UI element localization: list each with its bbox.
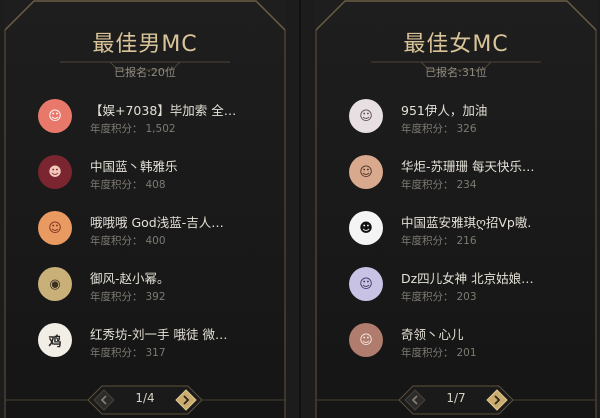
chevron-left-icon (404, 389, 426, 411)
score-value: 317 (145, 347, 166, 359)
list-item[interactable]: ☺ 奇领丶心儿 年度积分： 201 (315, 320, 597, 376)
signup-count: 已报名:20位 (114, 66, 176, 79)
prev-page-button[interactable] (403, 388, 427, 412)
annual-score: 年度积分： 203 (401, 289, 477, 304)
list-item[interactable]: ☺ 华炬-苏珊珊 每天快乐… 年度积分： 234 (315, 152, 597, 208)
annual-score: 年度积分： 201 (401, 345, 477, 360)
avatar[interactable]: ☻ (349, 211, 383, 245)
female-mc-list: ☺ 951伊人，加油 年度积分： 326 ☺ 华炬-苏珊珊 每天快乐… 年度积分：… (315, 96, 597, 376)
score-label: 年度积分： (90, 347, 143, 359)
avatar[interactable]: ☺ (349, 323, 383, 357)
avatar-glyph: ◉ (49, 276, 61, 292)
list-item[interactable]: ☻ 中国蓝丶韩雅乐 年度积分： 408 (4, 152, 286, 208)
page-indicator: 1/7 (446, 391, 466, 405)
panel-title: 最佳男MC (92, 32, 198, 57)
list-item[interactable]: 鸡 红秀坊-刘一手 哦徒 微… 年度积分： 317 (4, 320, 286, 376)
mc-name[interactable]: Dz四儿女神 北京姑娘… (401, 268, 571, 287)
score-label: 年度积分： (401, 123, 454, 135)
list-item[interactable]: ☺ 951伊人，加油 年度积分： 326 (315, 96, 597, 152)
score-value: 408 (145, 179, 166, 191)
mc-name[interactable]: 哦哦哦 God浅蓝-吉人… (90, 212, 260, 231)
next-page-button[interactable] (174, 388, 198, 412)
mc-name[interactable]: 华炬-苏珊珊 每天快乐… (401, 156, 571, 175)
avatar-glyph: ☺ (359, 332, 373, 348)
chevron-left-icon (93, 389, 115, 411)
score-value: 1,502 (145, 123, 176, 135)
score-label: 年度积分： (90, 291, 143, 303)
score-value: 216 (456, 235, 477, 247)
avatar-glyph: ☺ (48, 108, 62, 124)
avatar-glyph: ☻ (48, 164, 62, 180)
list-item[interactable]: ☺ Dz四儿女神 北京姑娘… 年度积分： 203 (315, 264, 597, 320)
best-male-mc-panel: 最佳男MC 已报名:20位 ☺ 【娱+7038】毕加索 全… 年度积分： 1,50… (4, 0, 286, 418)
avatar[interactable]: ◉ (38, 267, 72, 301)
score-value: 392 (145, 291, 166, 303)
avatar[interactable]: 鸡 (38, 323, 72, 357)
mc-name[interactable]: 红秀坊-刘一手 哦徒 微… (90, 324, 260, 343)
annual-score: 年度积分： 317 (90, 345, 166, 360)
mc-name[interactable]: 御风-赵小幂。 (90, 268, 260, 287)
panel-title: 最佳女MC (403, 32, 509, 57)
avatar-glyph: 鸡 (48, 334, 62, 350)
list-item[interactable]: ☺ 【娱+7038】毕加索 全… 年度积分： 1,502 (4, 96, 286, 152)
best-female-mc-panel: 最佳女MC 已报名:31位 ☺ 951伊人，加油 年度积分： 326 ☺ 华炬-苏… (315, 0, 597, 418)
score-label: 年度积分： (90, 123, 143, 135)
score-label: 年度积分： (90, 235, 143, 247)
avatar[interactable]: ☺ (349, 267, 383, 301)
next-page-button[interactable] (485, 388, 509, 412)
list-item[interactable]: ☺ 哦哦哦 God浅蓝-吉人… 年度积分： 400 (4, 208, 286, 264)
avatar[interactable]: ☺ (349, 155, 383, 189)
signup-count: 已报名:31位 (425, 66, 487, 79)
avatar-glyph: ☺ (359, 276, 373, 292)
page-indicator: 1/4 (135, 391, 155, 405)
male-mc-list: ☺ 【娱+7038】毕加索 全… 年度积分： 1,502 ☻ 中国蓝丶韩雅乐 年度… (4, 96, 286, 376)
list-item[interactable]: ◉ 御风-赵小幂。 年度积分： 392 (4, 264, 286, 320)
list-item[interactable]: ☻ 中国蓝安雅琪ღ招Vp嗷. 年度积分： 216 (315, 208, 597, 264)
avatar[interactable]: ☺ (38, 211, 72, 245)
chevron-right-icon (486, 389, 508, 411)
annual-score: 年度积分： 392 (90, 289, 166, 304)
prev-page-button[interactable] (92, 388, 116, 412)
mc-name[interactable]: 奇领丶心儿 (401, 324, 571, 343)
annual-score: 年度积分： 326 (401, 121, 477, 136)
score-label: 年度积分： (401, 291, 454, 303)
score-value: 326 (456, 123, 477, 135)
annual-score: 年度积分： 408 (90, 177, 166, 192)
score-value: 400 (145, 235, 166, 247)
annual-score: 年度积分： 1,502 (90, 121, 176, 136)
panel-divider (299, 0, 301, 418)
score-label: 年度积分： (401, 347, 454, 359)
mc-name[interactable]: 【娱+7038】毕加索 全… (90, 100, 260, 119)
avatar-glyph: ☻ (359, 220, 373, 236)
chevron-right-icon (175, 389, 197, 411)
score-value: 234 (456, 179, 477, 191)
score-label: 年度积分： (401, 235, 454, 247)
avatar-glyph: ☺ (48, 220, 62, 236)
score-label: 年度积分： (90, 179, 143, 191)
avatar-glyph: ☺ (359, 164, 373, 180)
avatar[interactable]: ☺ (349, 99, 383, 133)
score-value: 201 (456, 347, 477, 359)
annual-score: 年度积分： 400 (90, 233, 166, 248)
avatar-glyph: ☺ (359, 108, 373, 124)
avatar[interactable]: ☻ (38, 155, 72, 189)
mc-name[interactable]: 中国蓝丶韩雅乐 (90, 156, 260, 175)
mc-name[interactable]: 中国蓝安雅琪ღ招Vp嗷. (401, 212, 571, 231)
score-value: 203 (456, 291, 477, 303)
annual-score: 年度积分： 216 (401, 233, 477, 248)
annual-score: 年度积分： 234 (401, 177, 477, 192)
avatar[interactable]: ☺ (38, 99, 72, 133)
mc-name[interactable]: 951伊人，加油 (401, 100, 571, 119)
score-label: 年度积分： (401, 179, 454, 191)
